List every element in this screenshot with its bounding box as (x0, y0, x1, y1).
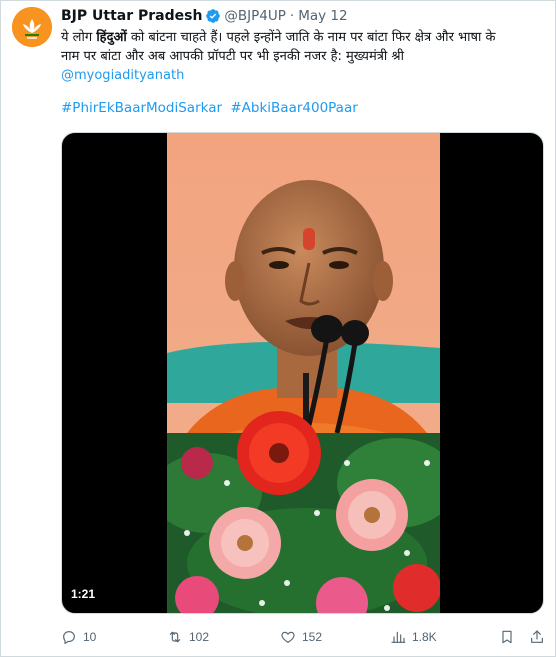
retweet-icon (169, 631, 181, 643)
avatar[interactable] (12, 7, 52, 47)
verified-badge-icon (206, 9, 221, 23)
bookmark-button[interactable] (499, 629, 521, 645)
video-frame[interactable] (167, 133, 440, 613)
tweet-actions: 10 102 152 1.8K (61, 626, 551, 648)
view-count: 1.8K (412, 630, 437, 644)
retweet-button[interactable]: 102 (167, 629, 209, 645)
hashtags: #PhirEkBaarModiSarkar #AbkiBaar400Paar (61, 100, 358, 116)
like-icon (281, 631, 295, 643)
text-segment: को बांटना चाहते हैं। पहले इन्होंने जाति … (126, 30, 496, 45)
tweet-date[interactable]: May 12 (298, 8, 347, 24)
bold-word: हिंदुओं (96, 30, 127, 45)
reply-button[interactable]: 10 (61, 629, 96, 645)
author-name[interactable]: BJP Uttar Pradesh (61, 8, 202, 24)
author-handle[interactable]: @BJP4UP (224, 8, 286, 24)
pink-gerbera-right (336, 479, 408, 551)
video-still (167, 133, 440, 613)
red-gerbera (237, 411, 321, 495)
views-icon (391, 631, 406, 643)
video-duration: 1:21 (71, 587, 96, 601)
tweet-text-line-1: ये लोग हिंदुओं को बांटना चाहते हैं। पहले… (61, 28, 546, 47)
retweet-count: 102 (189, 630, 210, 644)
tweet-text-line-2: नाम पर बांटा और अब आपकी प्रॉपटी पर भी इन… (61, 49, 404, 64)
video-player[interactable]: 1:21 (61, 132, 544, 614)
reply-icon (63, 631, 75, 644)
like-button[interactable]: 152 (280, 629, 322, 645)
hashtag-link[interactable]: #PhirEkBaarModiSarkar (61, 100, 222, 116)
pink-gerbera (209, 507, 281, 579)
text-segment: ये लोग (61, 30, 97, 45)
like-count: 152 (302, 630, 323, 644)
tweet-header: BJP Uttar Pradesh @BJP4UP · May 12 (61, 7, 348, 25)
hashtag-link[interactable]: #AbkiBaar400Paar (230, 100, 357, 116)
tweet-card[interactable]: BJP Uttar Pradesh @BJP4UP · May 12 ये लो… (0, 0, 556, 657)
share-icon (531, 630, 543, 643)
views-button[interactable]: 1.8K (390, 629, 437, 645)
separator-dot: · (289, 8, 295, 24)
bookmark-icon (502, 630, 512, 644)
reply-count: 10 (83, 630, 97, 644)
mention-link[interactable]: @myogiadityanath (61, 66, 546, 85)
tweet-text: ये लोग हिंदुओं को बांटना चाहते हैं। पहले… (61, 28, 546, 85)
share-button[interactable] (529, 629, 551, 645)
